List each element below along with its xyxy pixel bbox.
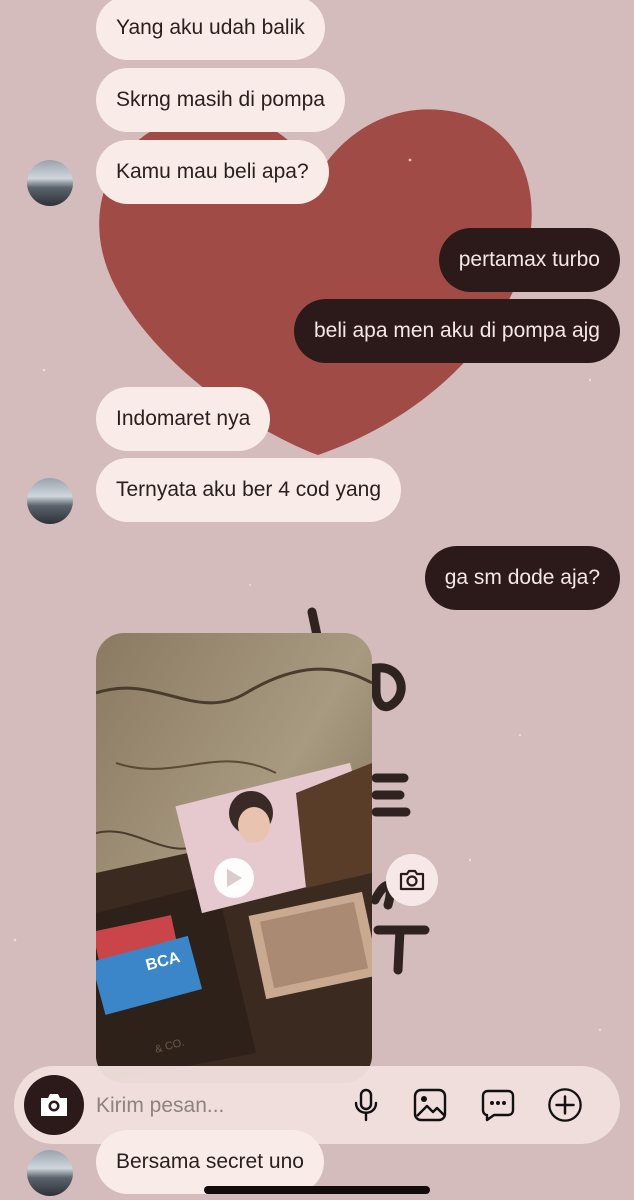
message-bubble-incoming[interactable]: Kamu mau beli apa? (96, 140, 329, 204)
camera-icon (41, 1094, 67, 1116)
message-bubble-incoming[interactable]: Yang aku udah balik (96, 0, 325, 60)
message-bubble-incoming[interactable]: Ternyata aku ber 4 cod yang (96, 458, 402, 522)
message-bubble-outgoing[interactable]: ga sm dode aja? (424, 546, 620, 610)
add-button[interactable] (547, 1087, 583, 1123)
message-composer (14, 1066, 620, 1144)
sticker-button[interactable] (480, 1087, 516, 1123)
avatar[interactable] (27, 160, 73, 206)
message-bubble-outgoing[interactable]: beli apa men aku di pompa ajg (293, 299, 620, 363)
play-button[interactable] (214, 858, 254, 898)
microphone-icon (354, 1088, 378, 1122)
microphone-button[interactable] (348, 1087, 384, 1123)
reply-camera-button[interactable] (386, 854, 438, 906)
message-bubble-incoming[interactable]: Indomaret nya (96, 387, 271, 451)
avatar[interactable] (27, 1150, 73, 1196)
camera-button[interactable] (24, 1075, 84, 1135)
avatar[interactable] (27, 478, 73, 524)
camera-icon (399, 869, 425, 891)
message-bubble-incoming[interactable]: Bersama secret uno (96, 1130, 324, 1194)
message-bubble-outgoing[interactable]: pertamax turbo (438, 228, 620, 292)
message-bubble-incoming[interactable]: Skrng masih di pompa (96, 68, 345, 132)
image-icon (413, 1088, 447, 1122)
message-input[interactable] (94, 1086, 258, 1126)
home-indicator (204, 1186, 430, 1194)
gallery-button[interactable] (412, 1087, 448, 1123)
chat-bubble-dots-icon (481, 1089, 515, 1122)
play-icon (227, 869, 242, 887)
plus-circle-icon (548, 1088, 582, 1122)
